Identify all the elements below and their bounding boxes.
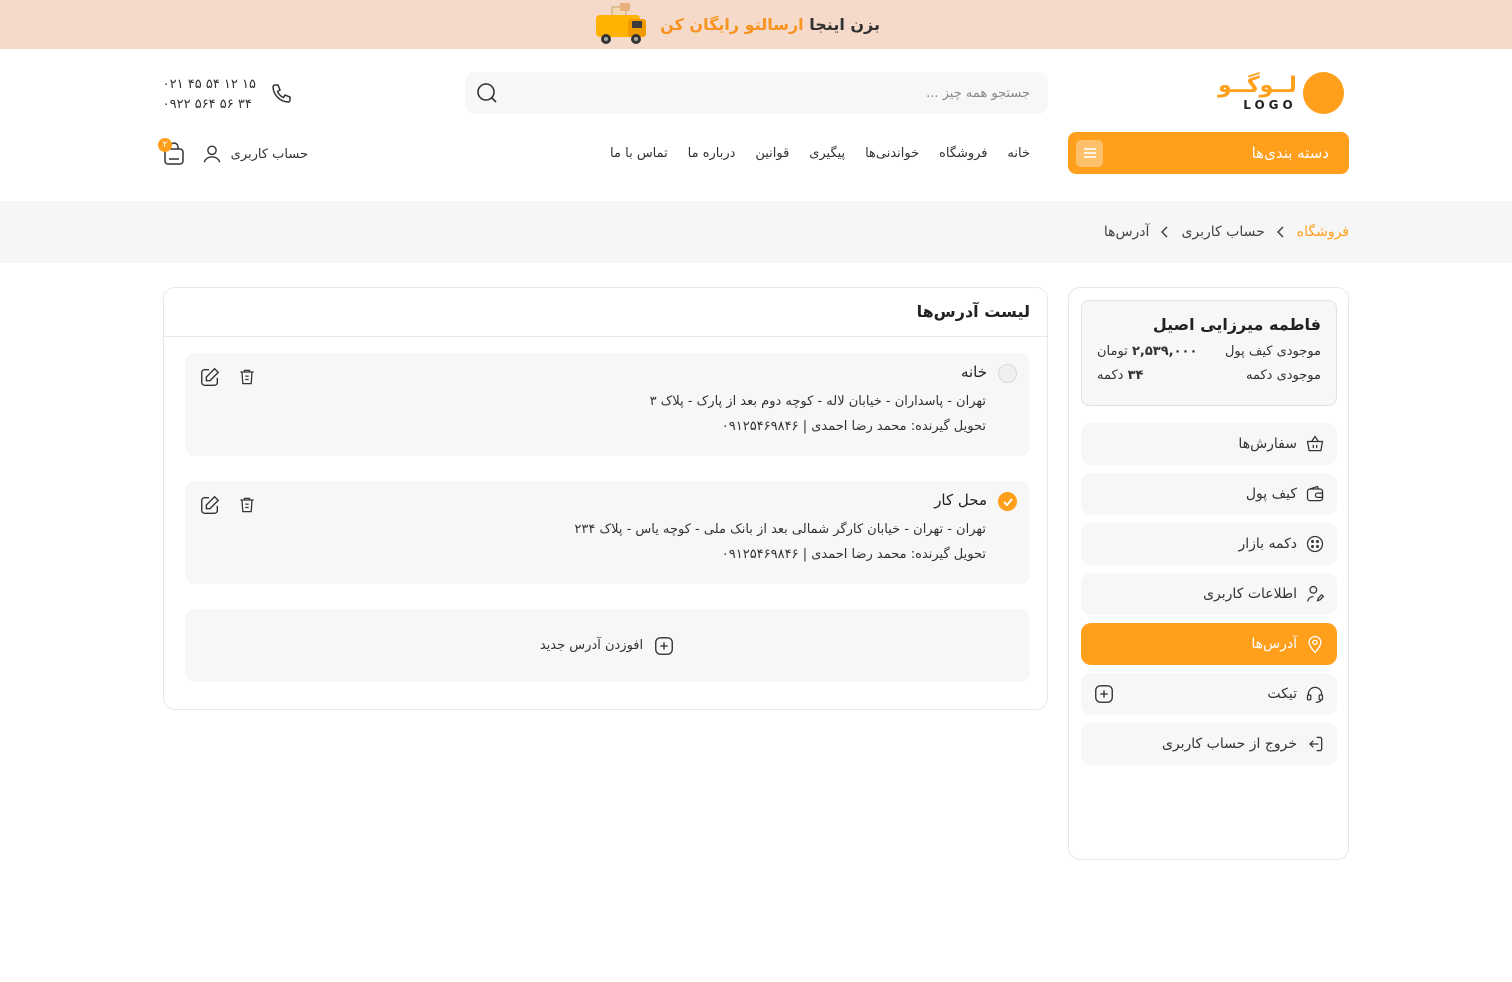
search-icon[interactable] (475, 81, 499, 105)
sidebar-item-label: اطلاعات کاربری (1203, 586, 1297, 602)
location-pin-icon (1305, 634, 1325, 654)
sidebar-item-label: آدرس‌ها (1251, 636, 1297, 652)
main-nav: خانه فروشگاه خواندنی‌ها پیگیری قوانین در… (610, 132, 1030, 174)
phone-number-2: ۰۹۲۲ ۵۶۴ ۵۶ ۳۴ (162, 96, 252, 112)
add-address-label: افوزدن آدرس جدید (539, 638, 644, 653)
address-card[interactable]: خانه تهران - پاسداران - خیابان لاله - کو… (185, 353, 1030, 456)
check-icon (1002, 497, 1013, 506)
promo-prefix: بزن اینجا (809, 15, 880, 34)
contact-phones: ۰۲۱ ۴۵ ۵۴ ۱۲ ۱۵ ۰۹۲۲ ۵۶۴ ۵۶ ۳۴ (160, 72, 294, 116)
trash-icon[interactable] (237, 494, 257, 516)
address-title: محل کار (934, 491, 987, 509)
address-radio-checked[interactable] (998, 492, 1017, 511)
coin-balance-value: ۳۴ (1127, 368, 1144, 383)
categories-button[interactable]: دسته بندی‌ها (1068, 132, 1349, 174)
nav-rules[interactable]: قوانین (755, 146, 789, 161)
address-radio[interactable] (998, 364, 1017, 383)
nav-home[interactable]: خانه (1007, 146, 1030, 161)
headset-icon (1305, 684, 1325, 704)
search-input[interactable] (550, 85, 1030, 101)
basket-icon (1305, 434, 1325, 454)
sidebar-item-label: کیف پول (1245, 486, 1297, 502)
phone-icon (270, 82, 294, 106)
address-recipient: تحویل گیرنده: محمد رضا احمدی | ۰۹۱۲۵۴۶۹۸… (721, 547, 986, 562)
wallet-balance-value: ۲,۵۳۹,۰۰۰ (1131, 344, 1198, 359)
nav-blog[interactable]: خواندنی‌ها (865, 146, 919, 161)
nav-tracking[interactable]: پیگیری (809, 146, 845, 161)
address-line: تهران - تهران - خیابان کارگر شمالی بعد ا… (574, 522, 986, 537)
user-summary: فاطمه میرزایی اصیل موجودی کیف پول ۲,۵۳۹,… (1081, 300, 1337, 406)
breadcrumb: فروشگاه حساب کاربری آدرس‌ها (1100, 201, 1349, 263)
user-edit-icon (1305, 584, 1325, 604)
phone-number-1: ۰۲۱ ۴۵ ۵۴ ۱۲ ۱۵ (162, 76, 256, 92)
chevron-left-icon (1275, 225, 1287, 239)
logout-icon (1305, 734, 1325, 754)
wallet-icon (1305, 484, 1325, 504)
nav-about[interactable]: درباره ما (688, 146, 736, 161)
sidebar-item-label: دکمه بازار (1238, 536, 1297, 552)
sidebar-item-label: سفارش‌ها (1238, 436, 1297, 452)
plus-square-icon[interactable] (1093, 683, 1115, 705)
trash-icon[interactable] (237, 366, 257, 388)
user-icon (201, 143, 223, 165)
sidebar-item-logout[interactable]: خروج از حساب کاربری (1081, 723, 1337, 765)
edit-icon[interactable] (199, 494, 221, 516)
address-card[interactable]: محل کار تهران - تهران - خیابان کارگر شما… (185, 481, 1030, 584)
sidebar-item-wallet[interactable]: کیف پول (1081, 473, 1337, 515)
wallet-balance-label: موجودی کیف پول (1224, 344, 1321, 359)
nav-contact[interactable]: تماس با ما (610, 146, 668, 161)
account-label: حساب کاربری (230, 146, 308, 162)
logo-text-fa: لــوگــو (1218, 73, 1297, 98)
address-recipient: تحویل گیرنده: محمد رضا احمدی | ۰۹۱۲۵۴۶۹۸… (721, 419, 986, 434)
button-coin-icon (1305, 534, 1325, 554)
promo-highlight: ارسالتو رایگان کن (660, 15, 804, 34)
cart-count-badge: ۲ (158, 138, 172, 152)
edit-icon[interactable] (199, 366, 221, 388)
breadcrumb-addresses: آدرس‌ها (1103, 224, 1150, 240)
add-address-button[interactable]: افوزدن آدرس جدید (185, 609, 1030, 682)
sidebar-item-addresses[interactable]: آدرس‌ها (1081, 623, 1337, 665)
categories-label: دسته بندی‌ها (1251, 144, 1329, 162)
cart-button[interactable]: ۲ (158, 138, 188, 168)
wallet-balance: ۲,۵۳۹,۰۰۰ تومان (1097, 344, 1197, 359)
site-logo[interactable]: لــوگــو LOGO (1218, 70, 1344, 116)
address-line: تهران - پاسداران - خیابان لاله - کوچه دو… (649, 394, 986, 409)
sidebar-item-button-market[interactable]: دکمه بازار (1081, 523, 1337, 565)
breadcrumb-shop[interactable]: فروشگاه (1297, 224, 1349, 240)
menu-icon (1076, 139, 1103, 167)
delivery-truck-icon (590, 2, 652, 47)
sidebar-item-profile[interactable]: اطلاعات کاربری (1081, 573, 1337, 615)
coin-balance-unit: دکمه (1097, 368, 1124, 383)
sidebar-item-ticket[interactable]: تیکت (1081, 673, 1337, 715)
account-link[interactable]: حساب کاربری (200, 140, 308, 168)
logo-mark (1302, 72, 1344, 114)
nav-shop[interactable]: فروشگاه (939, 146, 988, 161)
sidebar-item-label: خروج از حساب کاربری (1161, 736, 1297, 752)
wallet-balance-unit: تومان (1097, 344, 1128, 359)
address-title: خانه (960, 363, 987, 381)
logo-text-en: LOGO (1243, 98, 1297, 112)
coin-balance-label: موجودی دکمه (1246, 368, 1321, 383)
sidebar-item-orders[interactable]: سفارش‌ها (1081, 423, 1337, 465)
sidebar-item-label: تیکت (1267, 686, 1297, 702)
panel-header: لیست آدرس‌ها (163, 287, 1048, 337)
promo-banner-text[interactable]: بزن اینجا ارسالتو رایگان کن (660, 15, 880, 34)
search-box (465, 72, 1048, 114)
user-name: فاطمه میرزایی اصیل (1152, 315, 1321, 334)
promo-banner-content[interactable]: بزن اینجا ارسالتو رایگان کن (596, 0, 904, 49)
breadcrumb-account[interactable]: حساب کاربری (1181, 224, 1264, 240)
panel-title: لیست آدرس‌ها (916, 302, 1030, 321)
plus-square-icon (653, 635, 675, 657)
chevron-left-icon (1159, 225, 1171, 239)
coin-balance: ۳۴ دکمه (1097, 368, 1143, 383)
